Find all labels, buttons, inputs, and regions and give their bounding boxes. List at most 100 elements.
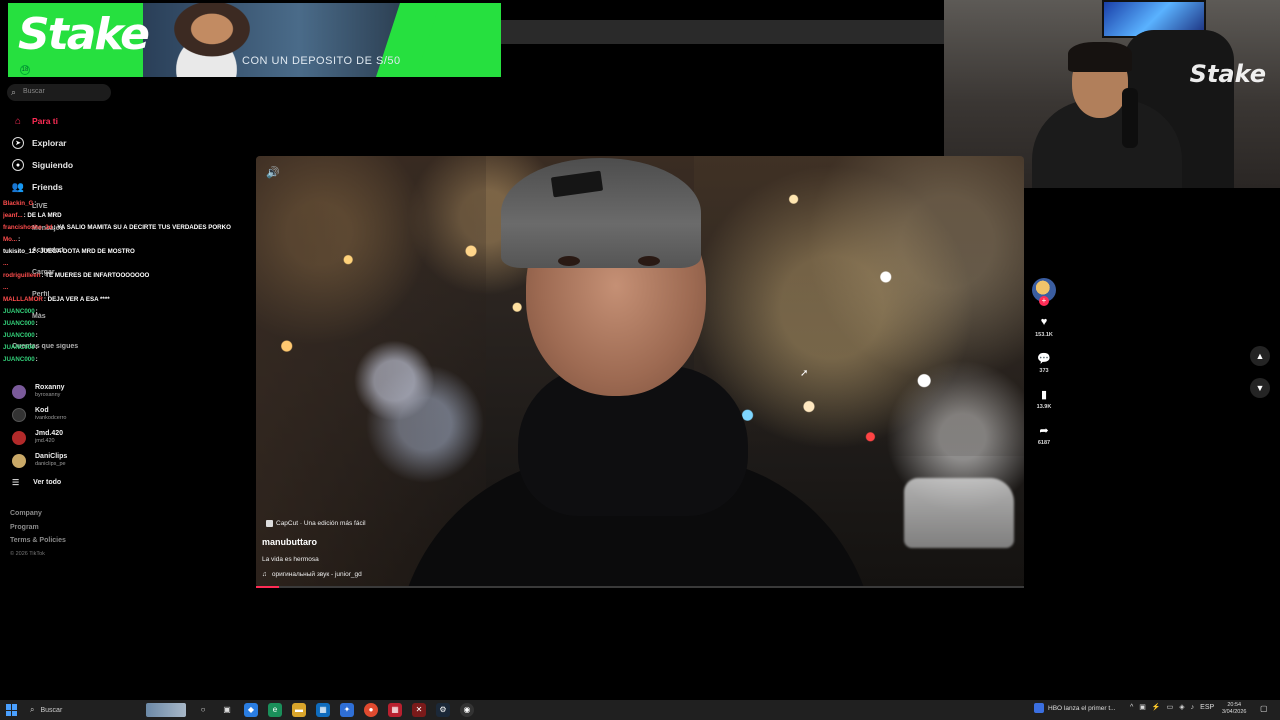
volume-icon[interactable]: ♪ — [1191, 704, 1195, 711]
clock[interactable]: 20:54 3/04/2026 — [1222, 702, 1246, 716]
nav-label: Siguiendo — [32, 160, 74, 170]
following-list: Roxanny byroxanny Kod ivankodcerro Jmd.420… — [12, 380, 67, 472]
footer-link-company[interactable]: Company — [10, 510, 66, 524]
account-handle: daniclips_pe — [35, 461, 66, 467]
heart-icon: ♥ — [1040, 316, 1048, 328]
taskbar-search-label: Buscar — [40, 706, 63, 714]
language-label[interactable]: ESP — [1200, 704, 1214, 711]
nav-label: Para ti — [32, 116, 58, 126]
network-icon[interactable]: ◈ — [1179, 703, 1184, 711]
sidebar-nav: ⌂ Para ti ➤ Explorar ● Siguiendo 👥 Frien… — [0, 110, 250, 198]
chat-text: : — [35, 344, 38, 351]
nav-siguiendo[interactable]: ● Siguiendo — [0, 154, 250, 176]
chat-username: rodriguilleen — [3, 272, 41, 279]
chat-message: JUANC000: — [3, 344, 253, 356]
banner-person-image — [146, 3, 256, 77]
chat-username: JUANC000 — [3, 332, 35, 339]
mouse-cursor-icon: ➚ — [800, 368, 809, 379]
creator-avatar[interactable]: + — [1032, 278, 1056, 306]
comment-button[interactable]: 💬 373 — [1030, 352, 1058, 374]
video-author[interactable]: manubuttaro — [262, 537, 317, 547]
chat-message: tukisito_12: JUEGA DOTA MRD DE MOSTRO — [3, 248, 253, 260]
account-name: Kod — [35, 407, 49, 414]
nav-explorar[interactable]: ➤ Explorar — [0, 132, 250, 154]
stake-banner-ad[interactable]: Stake 18 CON UN DEPOSITO DE S/50 — [8, 3, 501, 77]
start-button[interactable] — [6, 704, 18, 716]
chat-text: : — [35, 308, 38, 315]
see-all-link[interactable]: ☰ Ver todo — [12, 478, 61, 487]
chrome-icon[interactable]: ● — [364, 703, 378, 717]
app-icon[interactable]: ▦ — [388, 703, 402, 717]
following-icon: ● — [12, 159, 24, 171]
nav-friends[interactable]: 👥 Friends — [0, 176, 250, 198]
chat-username: MALLLAMOR — [3, 296, 43, 303]
search-icon: ⌕ — [30, 705, 35, 714]
nav-para-ti[interactable]: ⌂ Para ti — [0, 110, 250, 132]
chat-message: ... — [3, 284, 253, 296]
share-button[interactable]: ➦ 6187 — [1030, 424, 1058, 446]
person-eye — [558, 256, 580, 266]
follow-plus-icon[interactable]: + — [1039, 296, 1049, 306]
video-description: La vida es hermosa — [262, 556, 319, 563]
save-button[interactable]: ▮ 13.9K — [1030, 388, 1058, 410]
capcut-tag[interactable]: CapCut · Una edición más fácil — [266, 520, 366, 527]
friends-icon: 👥 — [11, 181, 25, 193]
compass-icon: ➤ — [12, 137, 24, 149]
age-badge: 18 — [20, 65, 30, 75]
app-icon[interactable]: ✦ — [340, 703, 354, 717]
nav-label: Explorar — [32, 138, 67, 148]
copilot-icon[interactable]: ○ — [196, 703, 210, 717]
account-name: Jmd.420 — [35, 430, 64, 437]
file-explorer-icon[interactable]: ▬ — [292, 703, 306, 717]
notification-icon[interactable]: ▢ — [1260, 704, 1268, 713]
edge-icon[interactable]: e — [268, 703, 282, 717]
video-sound[interactable]: ♫ оригинальный звук - junior_gd — [262, 571, 362, 578]
steam-icon[interactable]: ⚙ — [436, 703, 450, 717]
chat-message: Mo...: — [3, 236, 253, 248]
chevron-down-icon[interactable]: ▼ — [1250, 378, 1270, 398]
footer-link-program[interactable]: Program — [10, 524, 66, 538]
system-tray: ^ ▣ ⚡ ▭ ◈ ♪ ESP — [1130, 703, 1220, 712]
chat-text: : YA SALIO MAMITA SU A DECIRTE TUS VERDA… — [53, 224, 231, 231]
video-progress-bar[interactable] — [256, 586, 1024, 588]
following-account[interactable]: DaniClips daniclips_pe — [12, 449, 67, 472]
search-input[interactable]: ⌕ Buscar — [7, 84, 111, 101]
see-all-label: Ver todo — [33, 479, 62, 486]
tray-app-icon[interactable]: ⚡ — [1152, 703, 1161, 711]
chat-message: JUANC000: — [3, 308, 253, 320]
copyright: © 2026 TikTok — [10, 550, 45, 557]
following-account[interactable]: Roxanny byroxanny — [12, 380, 67, 403]
obs-icon[interactable]: ◉ — [460, 703, 474, 717]
footer-link-terms[interactable]: Terms & Policies — [10, 537, 66, 551]
chat-username: JUANC000 — [3, 344, 35, 351]
video-action-bar: + ♥ 153.1K 💬 373 ▮ 13.9K ➦ 6187 — [1030, 278, 1058, 446]
chat-username: ... — [3, 284, 9, 291]
chat-username: Blackin_G — [3, 200, 34, 207]
streamer-hair — [1068, 42, 1132, 72]
battery-icon[interactable]: ▭ — [1167, 703, 1174, 711]
volume-icon[interactable]: 🔊 — [266, 166, 280, 179]
bookmark-icon: ▮ — [1040, 389, 1048, 401]
task-view-icon[interactable]: ▣ — [220, 703, 234, 717]
search-highlight-image[interactable] — [146, 703, 186, 717]
tray-app-icon[interactable]: ▣ — [1139, 703, 1146, 711]
taskbar-search[interactable]: ⌕ Buscar — [30, 703, 140, 717]
chat-message: francishosho_3d: YA SALIO MAMITA SU A DE… — [3, 224, 253, 236]
avatar — [12, 430, 26, 445]
avatar — [12, 407, 26, 422]
following-account[interactable]: Jmd.420 jmd.420 — [12, 426, 67, 449]
copilot-app-icon[interactable]: ◆ — [244, 703, 258, 717]
video-player[interactable] — [256, 156, 1024, 588]
following-account[interactable]: Kod ivankodcerro — [12, 403, 67, 426]
chat-message: rodriguilleen: TE MUERES DE INFARTOOOOOO… — [3, 272, 253, 284]
store-icon[interactable]: ▦ — [316, 703, 330, 717]
dota-icon[interactable]: ✕ — [412, 703, 426, 717]
chevron-up-icon[interactable]: ^ — [1130, 704, 1133, 711]
background-car — [904, 478, 1014, 548]
clock-date: 3/04/2026 — [1222, 709, 1247, 715]
like-button[interactable]: ♥ 153.1K — [1030, 316, 1058, 338]
chevron-up-icon[interactable]: ▲ — [1250, 346, 1270, 366]
account-name: Roxanny — [35, 384, 65, 391]
comment-count: 373 — [1039, 368, 1049, 374]
news-widget[interactable]: HBO lanza el primer t... — [1034, 703, 1116, 713]
